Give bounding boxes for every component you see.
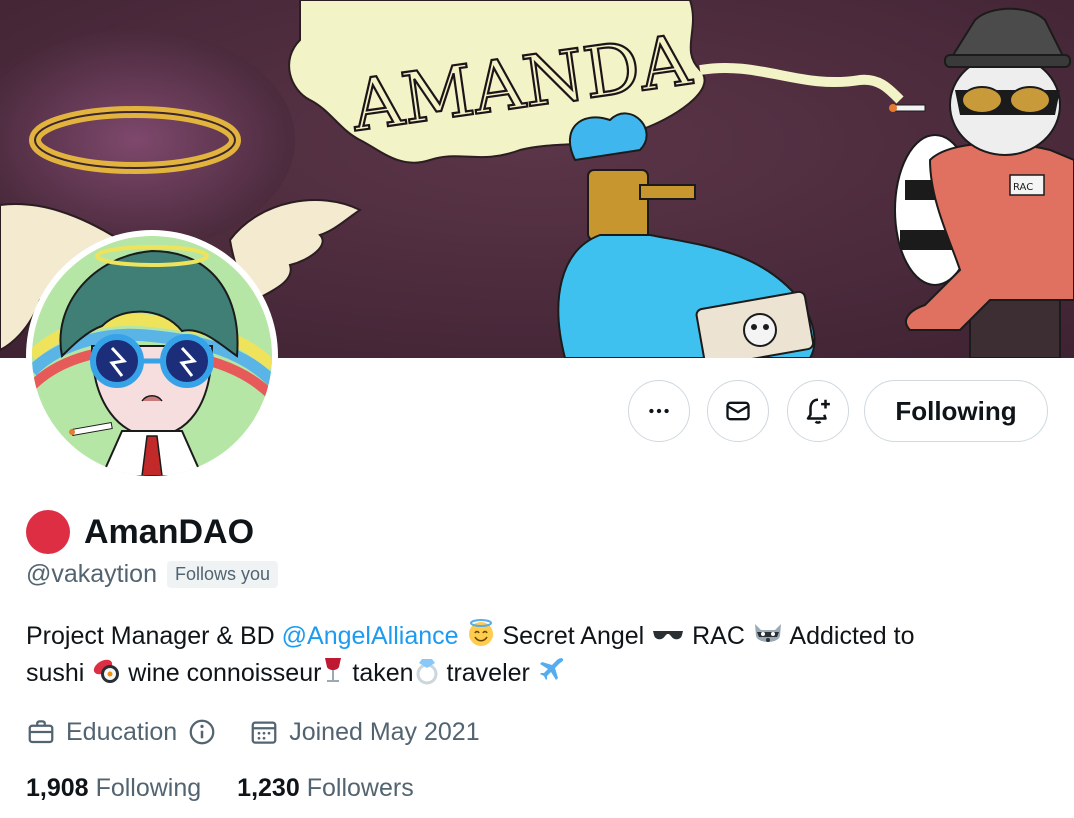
category-item: Education	[26, 717, 227, 747]
bio-text: sushi	[26, 659, 92, 687]
notifications-button[interactable]	[787, 380, 849, 442]
user-handle: @vakaytion	[26, 559, 157, 588]
ellipsis-icon	[649, 408, 669, 414]
calendar-icon	[251, 721, 277, 744]
bio-text: traveler	[439, 659, 537, 687]
avatar-illustration	[32, 236, 272, 476]
bio-text: wine connoisseur	[121, 659, 322, 687]
bio-text: taken	[345, 659, 414, 687]
following-button-label: Following	[895, 395, 1017, 426]
ring-icon	[416, 659, 438, 685]
briefcase-icon	[28, 720, 54, 744]
more-options-button[interactable]	[628, 380, 690, 442]
following-count-link[interactable]: 1,908 Following	[26, 774, 201, 803]
followers-count: 1,230	[237, 773, 300, 802]
bio-mention-link[interactable]: @AngelAlliance	[282, 622, 459, 650]
bio-text: Project Manager & BD	[26, 622, 282, 650]
bio-text: Addicted to	[783, 622, 915, 650]
following-button[interactable]: Following	[864, 380, 1048, 442]
profile-avatar[interactable]	[26, 230, 278, 482]
envelope-icon	[726, 401, 750, 421]
message-button[interactable]	[707, 380, 769, 442]
display-name-row: AmanDAO	[26, 510, 254, 554]
category-label: Education	[66, 717, 178, 746]
followers-count-label: Followers	[306, 773, 414, 802]
following-count-label: Following	[95, 773, 202, 802]
follows-you-badge: Follows you	[167, 560, 279, 588]
raccoon-icon	[754, 624, 781, 642]
jumpsuit-tag: RAC	[1013, 182, 1033, 193]
bio-text: RAC	[685, 622, 752, 650]
airplane-icon	[539, 658, 564, 680]
handle-row: @vakaytion Follows you	[26, 558, 279, 590]
red-circle-icon	[26, 510, 70, 554]
sunglasses-icon	[653, 631, 684, 640]
profile-page: AMANDA RAC Following AmanDAO @vakaytion …	[0, 0, 1074, 818]
followers-count-link[interactable]: 1,230 Followers	[237, 774, 414, 803]
angel-face-icon	[468, 619, 493, 646]
wine-glass-icon	[325, 658, 342, 682]
joined-item: Joined May 2021	[249, 717, 480, 747]
profile-bio: Project Manager & BD @AngelAlliance Secr…	[26, 618, 1046, 692]
bell-plus-icon	[806, 398, 830, 424]
joined-date: Joined May 2021	[289, 717, 480, 746]
following-count: 1,908	[26, 773, 89, 802]
bio-text: Secret Angel	[495, 622, 652, 650]
display-name: AmanDAO	[84, 512, 255, 551]
follow-counts: 1,908 Following 1,230 Followers	[26, 770, 414, 806]
profile-meta: Education Joined May 2021	[26, 712, 480, 752]
info-icon[interactable]	[187, 717, 217, 747]
sushi-icon	[94, 659, 120, 683]
avatar-image	[32, 236, 272, 476]
